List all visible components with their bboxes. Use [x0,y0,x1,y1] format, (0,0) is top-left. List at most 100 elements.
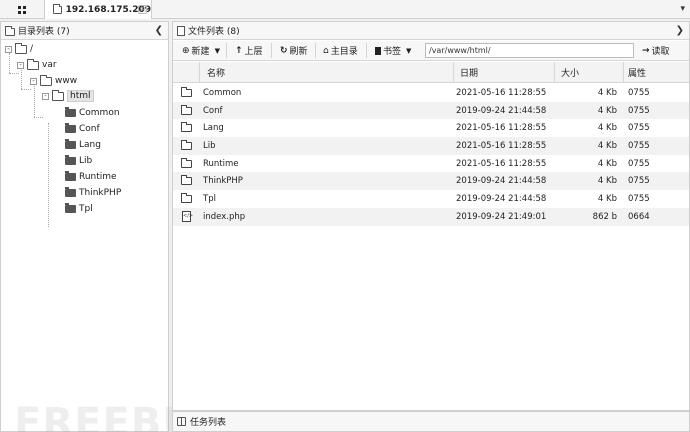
folder-open-icon [52,89,64,101]
new-button[interactable]: ⊕ 新建 ▼ [179,43,223,58]
collapse-toggle[interactable]: - [17,61,24,69]
tree-node-common[interactable]: Common [65,106,120,120]
file-size: 862 b [592,211,617,222]
folder-open-icon [40,74,52,86]
folder-icon [181,193,192,204]
tree-label-common: Common [79,108,120,118]
file-attr: 0755 [628,87,650,98]
file-size: 4 Kb [597,123,617,134]
file-date: 2019-09-24 21:44:58 [456,105,547,116]
file-size: 4 Kb [597,140,617,151]
folder-icon [65,171,76,181]
file-date: 2021-05-16 11:28:55 [456,158,547,169]
tree-label-var: var [42,60,57,70]
bookmark-button[interactable]: 书签 ▼ [372,43,414,58]
tab-close-button[interactable]: × [138,5,147,14]
folder-icon [65,155,76,165]
table-row[interactable]: Tpl 2019-09-24 21:44:58 4 Kb 0755 [173,190,689,208]
arrow-up-icon: ↑ [235,45,243,56]
folder-icon [65,187,76,197]
file-name: Conf [203,105,223,116]
grid-icon [18,5,26,14]
refresh-icon: ↻ [280,45,288,56]
folder-icon [181,104,192,115]
column-attr[interactable]: 属性 [628,62,646,83]
tree-node-var[interactable]: - var [17,58,57,72]
table-row[interactable]: Common 2021-05-16 11:28:55 4 Kb 0755 [173,84,689,102]
column-date[interactable]: 日期 [460,62,478,83]
file-size: 4 Kb [597,158,617,169]
file-date: 2021-05-16 11:28:55 [456,140,547,151]
file-name: Common [203,87,242,98]
folder-icon [65,139,76,149]
tree-node-www[interactable]: - www [30,74,77,88]
file-attr: 0755 [628,176,650,187]
task-list-title: 任务列表 [190,418,227,428]
file-panel: 文件列表 (8) ❯ ⊕ 新建 ▼ ↑ 上层 ↻ 刷新 ⌂ 主目录 书签 ▼ /… [172,21,690,411]
task-list-icon [177,417,186,426]
tree-node-root[interactable]: - / [5,42,33,56]
tree-node-html[interactable]: - html [42,89,94,103]
directory-tree: - / - var - www - html Common Conf Lang … [1,40,168,430]
chevron-down-icon[interactable]: ▾ [680,4,685,14]
file-date: 2021-05-16 11:28:55 [456,123,547,134]
table-row[interactable]: Lang 2021-05-16 11:28:55 4 Kb 0755 [173,119,689,137]
folder-icon [65,107,76,117]
folder-icon [65,123,76,133]
collapse-right-icon[interactable]: ❯ [676,25,684,36]
file-date: 2021-05-16 11:28:55 [456,87,547,98]
file-attr: 0755 [628,105,650,116]
task-list-bar[interactable]: 任务列表 [172,411,690,432]
file-size: 4 Kb [597,87,617,98]
file-date: 2019-09-24 21:44:58 [456,176,547,187]
file-date: 2019-09-24 21:49:01 [456,211,547,222]
app-menu-button[interactable] [0,0,45,19]
folder-icon [181,87,192,97]
folder-icon [65,203,76,213]
tree-node-runtime[interactable]: Runtime [65,170,117,184]
tab-bar: 192.168.175.209 × ▾ [0,0,690,19]
tree-node-thinkphp[interactable]: ThinkPHP [65,186,121,200]
tree-node-lang[interactable]: Lang [65,138,101,152]
caret-down-icon: ▼ [214,46,220,55]
folder-icon [5,25,15,36]
file-name: Lang [203,123,224,134]
collapse-toggle[interactable]: - [30,77,37,85]
column-name[interactable]: 名称 [207,62,225,83]
tree-label-www: www [55,76,78,86]
collapse-toggle[interactable]: - [42,92,49,100]
table-row[interactable]: Runtime 2021-05-16 11:28:55 4 Kb 0755 [173,155,689,173]
folder-icon [53,3,62,14]
folder-open-icon [15,42,27,54]
tree-node-conf[interactable]: Conf [65,122,100,136]
tree-node-tpl[interactable]: Tpl [65,202,93,216]
read-button[interactable]: → 读取 [639,43,673,58]
home-button-label: 主目录 [330,47,358,57]
file-table-body: Common 2021-05-16 11:28:55 4 Kb 0755 Conf 201… [173,84,689,226]
tree-label-conf: Conf [79,124,100,134]
home-button[interactable]: ⌂ 主目录 [320,43,361,58]
file-table-header: 名称 日期 大小 属性 [173,62,689,83]
up-button[interactable]: ↑ 上层 [232,43,266,58]
collapse-toggle[interactable]: - [5,45,12,53]
file-attr: 0755 [628,158,650,169]
caret-down-icon: ▼ [406,46,412,55]
file-panel-title: 文件列表 (8) [188,27,240,37]
read-button-label: 读取 [651,47,670,57]
column-size[interactable]: 大小 [561,62,579,83]
path-input[interactable] [425,43,634,58]
file-attr: 0755 [628,193,650,204]
refresh-button[interactable]: ↻ 刷新 [277,43,311,58]
collapse-left-icon[interactable]: ❮ [155,25,163,36]
table-row[interactable]: ThinkPHP 2019-09-24 21:44:58 4 Kb 0755 [173,172,689,191]
plus-circle-icon: ⊕ [182,45,190,56]
tree-label-html: html [67,90,94,102]
tab-host[interactable]: 192.168.175.209 × [45,0,152,19]
table-row[interactable]: </> index.php 2019-09-24 21:49:01 862 b 0664 [173,207,689,226]
file-attr: 0664 [628,211,650,222]
table-row[interactable]: Conf 2019-09-24 21:44:58 4 Kb 0755 [173,101,689,120]
file-size: 4 Kb [597,193,617,204]
tree-node-lib[interactable]: Lib [65,154,92,168]
tree-label-tpl: Tpl [79,204,93,214]
table-row[interactable]: Lib 2021-05-16 11:28:55 4 Kb 0755 [173,137,689,155]
